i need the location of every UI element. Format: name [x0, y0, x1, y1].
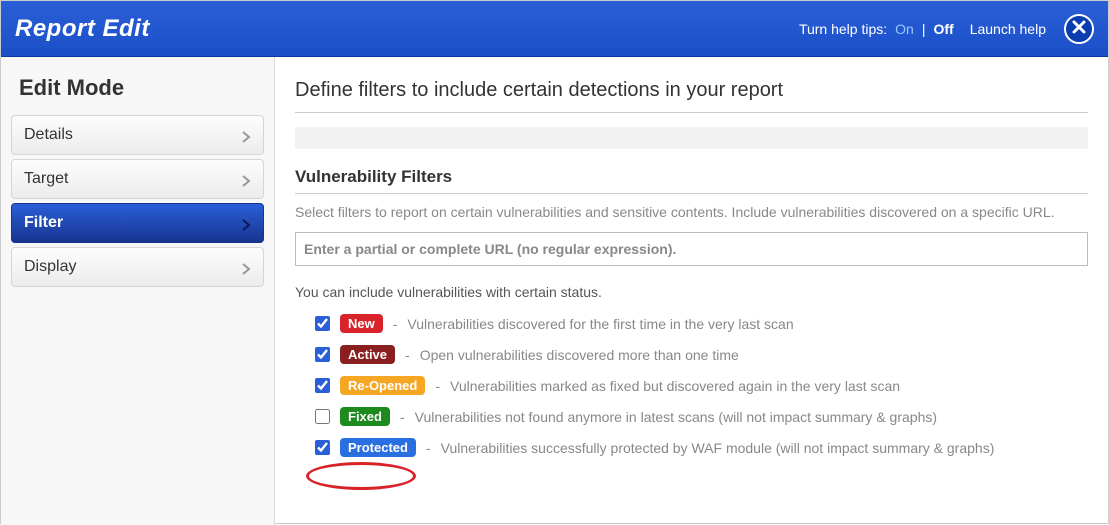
status-badge-protected: Protected — [340, 438, 416, 457]
header-bar: Report Edit Turn help tips: On | Off Lau… — [1, 1, 1108, 57]
highlight-ring — [306, 462, 416, 490]
sidebar-item-details[interactable]: Details — [11, 115, 264, 155]
sidebar-item-label: Display — [24, 258, 76, 276]
status-desc-protected: Vulnerabilities successfully protected b… — [441, 440, 995, 456]
status-checkbox-protected[interactable] — [315, 440, 330, 455]
help-tips-separator: | — [922, 21, 926, 37]
header-right: Turn help tips: On | Off Launch help — [799, 14, 1094, 44]
close-icon — [1072, 20, 1086, 37]
sidebar-item-label: Filter — [24, 214, 63, 232]
status-desc-reopened: Vulnerabilities marked as fixed but disc… — [450, 378, 900, 394]
dash: - — [426, 440, 431, 456]
dash: - — [393, 316, 398, 332]
sidebar-item-display[interactable]: Display — [11, 247, 264, 287]
status-checkbox-reopened[interactable] — [315, 378, 330, 393]
page-title: Report Edit — [15, 15, 150, 43]
help-tips-off[interactable]: Off — [933, 21, 953, 37]
status-checkbox-new[interactable] — [315, 316, 330, 331]
status-row-new: New - Vulnerabilities discovered for the… — [295, 314, 1088, 333]
chevron-right-icon — [241, 174, 251, 184]
url-filter-input[interactable] — [295, 232, 1088, 266]
status-desc-new: Vulnerabilities discovered for the first… — [407, 316, 793, 332]
status-badge-new: New — [340, 314, 383, 333]
dash: - — [435, 378, 440, 394]
status-row-fixed: Fixed - Vulnerabilities not found anymor… — [295, 407, 1088, 426]
chevron-right-icon — [241, 218, 251, 228]
sidebar: Edit Mode Details Target Filter Display — [1, 57, 275, 525]
body: Edit Mode Details Target Filter Display … — [1, 57, 1108, 525]
launch-help-link[interactable]: Launch help — [970, 21, 1046, 37]
status-intro: You can include vulnerabilities with cer… — [295, 284, 1088, 300]
main-panel: Define filters to include certain detect… — [275, 57, 1108, 525]
statuses-container: New - Vulnerabilities discovered for the… — [295, 314, 1088, 457]
chevron-right-icon — [241, 130, 251, 140]
help-tips-on[interactable]: On — [895, 21, 914, 37]
vuln-filters-title: Vulnerability Filters — [295, 167, 1088, 194]
sidebar-item-label: Target — [24, 170, 68, 188]
dash: - — [400, 409, 405, 425]
vuln-filters-desc: Select filters to report on certain vuln… — [295, 204, 1088, 220]
help-tips-label: Turn help tips: — [799, 21, 887, 37]
close-button[interactable] — [1064, 14, 1094, 44]
status-badge-reopened: Re-Opened — [340, 376, 425, 395]
status-desc-fixed: Vulnerabilities not found anymore in lat… — [415, 409, 937, 425]
chevron-right-icon — [241, 262, 251, 272]
status-row-reopened: Re-Opened - Vulnerabilities marked as fi… — [295, 376, 1088, 395]
sidebar-title: Edit Mode — [19, 75, 256, 101]
sidebar-item-label: Details — [24, 126, 73, 144]
status-row-protected: Protected - Vulnerabilities successfully… — [295, 438, 1088, 457]
status-checkbox-fixed[interactable] — [315, 409, 330, 424]
status-badge-active: Active — [340, 345, 395, 364]
gray-strip — [295, 127, 1088, 149]
status-row-active: Active - Open vulnerabilities discovered… — [295, 345, 1088, 364]
dash: - — [405, 347, 410, 363]
status-checkbox-active[interactable] — [315, 347, 330, 362]
sidebar-item-filter[interactable]: Filter — [11, 203, 264, 243]
main-title: Define filters to include certain detect… — [295, 79, 1088, 113]
status-desc-active: Open vulnerabilities discovered more tha… — [420, 347, 739, 363]
status-badge-fixed: Fixed — [340, 407, 390, 426]
sidebar-item-target[interactable]: Target — [11, 159, 264, 199]
